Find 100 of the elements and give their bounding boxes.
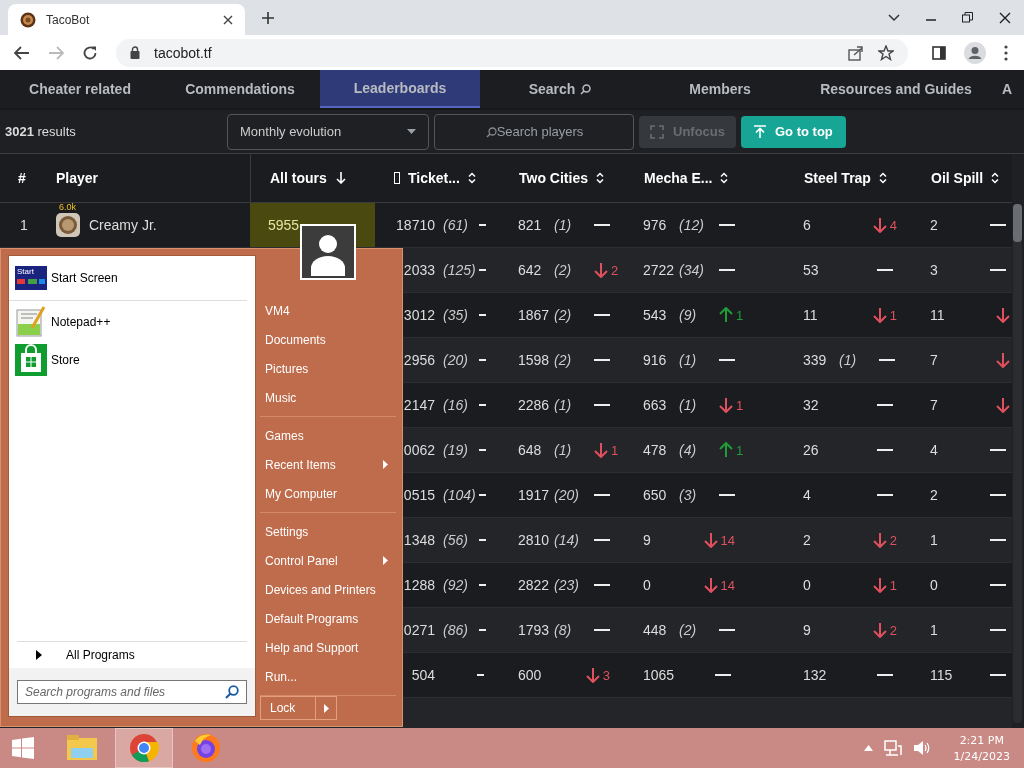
chrome-icon [129, 733, 159, 763]
cell-count: (14) [554, 532, 580, 548]
caret-icon[interactable] [888, 13, 900, 22]
cell-value: 2286 [518, 397, 551, 413]
player-name[interactable]: Creamy Jr. [89, 217, 157, 233]
cell-value: 1288 [402, 577, 435, 593]
back-icon[interactable] [14, 45, 30, 60]
search-field[interactable]: Search programs and files [17, 680, 247, 704]
rank-change: 4 [889, 217, 897, 233]
cell-value: 2147 [402, 397, 435, 413]
cell-value: 916 [643, 352, 668, 368]
close-icon[interactable] [999, 11, 1011, 24]
cell-value: 650 [643, 487, 668, 503]
cell-count: (20) [443, 352, 469, 368]
cell-value: 11 [930, 307, 946, 323]
address-bar[interactable]: tacobot.tf [116, 38, 908, 67]
rank-change: 14 [720, 532, 735, 548]
cell-value: 132 [803, 667, 828, 683]
menu-item[interactable]: Music [260, 383, 396, 412]
shopping-bag-icon [15, 343, 47, 376]
restore-icon[interactable] [962, 12, 973, 23]
view-dropdown[interactable]: Monthly evolution [227, 113, 429, 150]
column-header[interactable]: Ticket... [375, 154, 500, 202]
rank-change: 1 [736, 307, 744, 323]
menu-item[interactable]: Devices and Printers [260, 575, 396, 604]
program-item[interactable]: Store [15, 343, 249, 376]
caret-icon [407, 129, 416, 134]
cell-count: (2) [554, 352, 573, 368]
network-icon[interactable] [883, 740, 902, 756]
cell-value: 1065 [643, 667, 676, 683]
cell-value: 3012 [402, 307, 435, 323]
menu-item[interactable]: Help and Support [260, 633, 396, 662]
profile-icon[interactable] [964, 41, 986, 64]
menu-item[interactable]: Recent Items [260, 450, 396, 479]
cell-value: 26 [803, 442, 820, 458]
menu-item[interactable]: Pictures [260, 354, 396, 383]
cell-count: (4) [679, 442, 698, 458]
side-panel-icon[interactable] [932, 45, 946, 60]
cell-value: 0 [930, 577, 939, 593]
menu-item[interactable]: Control Panel [260, 546, 396, 575]
cell-value: 0271 [402, 622, 435, 638]
cell-value: 4 [803, 487, 812, 503]
cell-value: 0 [643, 577, 652, 593]
rank-change: 1 [736, 442, 744, 458]
nav-link[interactable]: Cheater related [0, 70, 160, 108]
menu-item[interactable]: Games [260, 421, 396, 450]
tab-title: TacoBot [46, 12, 91, 27]
windows-start-icon[interactable] [12, 737, 34, 759]
cell-value: 821 [518, 217, 543, 233]
menu-icon[interactable] [1004, 44, 1008, 61]
nav-link[interactable]: Commendations [160, 70, 320, 108]
rank-change: 2 [889, 622, 897, 638]
cell-value: 600 [518, 667, 543, 683]
caret-up-icon[interactable] [863, 745, 873, 751]
lock-button[interactable]: Lock [260, 696, 316, 720]
column-header[interactable]: Player [50, 154, 250, 202]
search-field[interactable]: Search players [434, 113, 634, 150]
column-header[interactable]: Steel Trap [785, 154, 912, 202]
star-icon[interactable] [878, 44, 894, 61]
menu-item[interactable]: Run... [260, 662, 396, 691]
volume-icon[interactable] [912, 740, 931, 756]
rank-number: 1 [20, 217, 28, 233]
browser-tab[interactable]: TacoBot [8, 4, 245, 35]
close-icon[interactable] [223, 14, 233, 25]
column-header[interactable]: # [0, 154, 50, 202]
taskbar-button[interactable] [115, 728, 173, 768]
sort-icon [878, 172, 887, 184]
cell-value: 53 [803, 262, 820, 278]
cell-value: 642 [518, 262, 543, 278]
cell-value: 4 [930, 442, 939, 458]
menu-item[interactable]: Default Programs [260, 604, 396, 633]
cell-value: 504 [410, 667, 435, 683]
folder-icon [66, 734, 98, 762]
program-item[interactable]: Start Start Screen [15, 261, 247, 294]
cell-value: 2 [930, 487, 939, 503]
cell-value: 7 [930, 397, 939, 413]
menu-item[interactable]: VM4 [260, 296, 396, 325]
scrollbar[interactable] [1013, 204, 1022, 723]
power-options-button[interactable] [316, 696, 337, 720]
column-header[interactable]: Oil Spill [912, 154, 1012, 202]
new-tab-icon[interactable] [262, 11, 274, 24]
score-label: 6.0k [59, 202, 76, 212]
nav-link[interactable]: Search [480, 70, 640, 108]
reload-icon[interactable] [82, 44, 98, 61]
menu-item[interactable]: Settings [260, 517, 396, 546]
cell-count: (56) [443, 532, 469, 548]
nav-link[interactable]: Leaderboards [320, 70, 480, 108]
nav-link[interactable]: Members [640, 70, 800, 108]
cell-count: (16) [443, 397, 469, 413]
share-icon[interactable] [848, 44, 864, 61]
cell-count: (2) [679, 622, 698, 638]
nav-link[interactable]: A [992, 70, 1012, 108]
column-header[interactable]: Two Cities [500, 154, 625, 202]
column-header[interactable]: Mecha E... [625, 154, 785, 202]
cell-value: 648 [518, 442, 543, 458]
program-item[interactable]: Notepad++ [15, 305, 249, 338]
menu-item[interactable]: My Computer [260, 479, 396, 508]
menu-item[interactable]: Documents [260, 325, 396, 354]
column-header[interactable]: All tours [250, 154, 375, 202]
nav-link[interactable]: Resources and Guides [800, 70, 992, 108]
